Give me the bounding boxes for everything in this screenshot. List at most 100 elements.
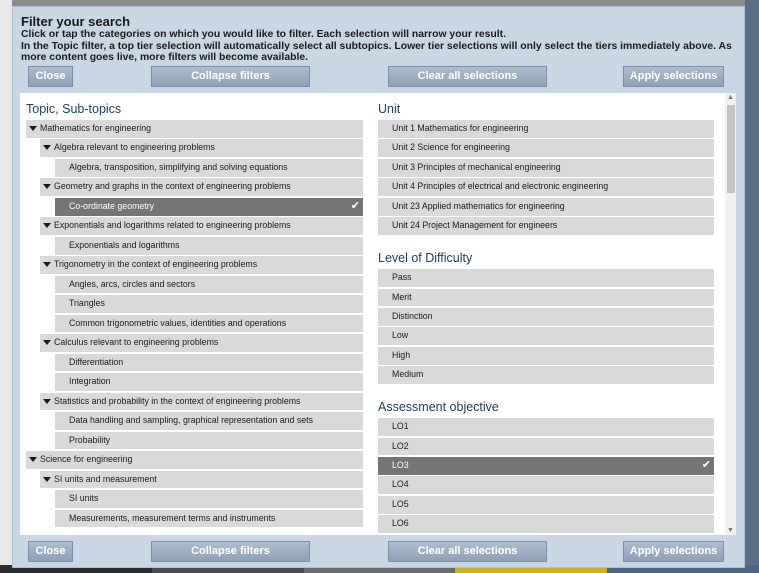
topic-item[interactable]: Triangles [55,295,363,313]
topic-item-label: Trigonometry in the context of engineeri… [54,259,258,270]
topic-item-label: Angles, arcs, circles and sectors [69,278,196,289]
topic-item-label: Exponentials and logarithms related to e… [54,220,291,231]
topic-item-label: Probability [69,434,111,445]
topic-item-label: Exponentials and logarithms [69,239,180,250]
collapse-filters-button-top[interactable]: Collapse filters [151,66,310,87]
clear-all-selections-button-top[interactable]: Clear all selections [388,66,547,87]
objective-list: LO1 LO2 LO3 ✔ LO4 LO5 LO6 [378,418,714,534]
apply-selections-button-bottom[interactable]: Apply selections [623,541,724,562]
unit-item-label: Unit 24 Project Management for engineers [392,220,558,231]
topic-item[interactable]: Angles, arcs, circles and sectors [55,275,363,294]
topic-item[interactable]: SI units and measurement [40,470,363,489]
topic-item[interactable]: Data handling and sampling, graphical re… [55,412,363,430]
topic-item[interactable]: Calculus relevant to engineering problem… [40,334,363,352]
objective-item[interactable]: LO2 [378,437,714,456]
topic-item-label: Statistics and probability in the contex… [54,395,301,406]
topic-item-label: Differentiation [69,356,124,367]
instructions-line-1: Click or tap the categories on which you… [21,29,507,40]
objective-item-label: LO5 [392,498,409,509]
difficulty-item-label: High [392,349,411,360]
difficulty-item[interactable]: High [378,346,714,365]
difficulty-item[interactable]: Merit [378,288,714,307]
topic-item-label: Measurements, measurement terms and inst… [69,512,276,523]
scroll-up-icon[interactable]: ▲ [727,94,734,101]
scroll-down-icon[interactable]: ▼ [727,527,734,534]
topic-item[interactable]: Algebra relevant to engineering problems [40,139,363,158]
topic-item[interactable]: Measurements, measurement terms and inst… [55,509,363,528]
topic-item-label: Algebra, transposition, simplifying and … [69,161,288,172]
topic-item-label: Common trigonometric values, identities … [69,317,287,328]
panel-scrollbar[interactable]: ▲ ▼ [725,93,736,535]
topic-item[interactable]: Statistics and probability in the contex… [40,392,363,411]
caret-down-icon[interactable] [43,184,51,190]
topic-item[interactable]: Science for engineering [26,451,363,469]
objective-item-label: LO1 [392,421,409,432]
topic-item[interactable]: Probability [55,431,363,450]
topic-item[interactable]: Exponentials and logarithms related to e… [40,217,363,236]
unit-item[interactable]: Unit 1 Mathematics for engineering [378,120,714,138]
topic-item[interactable]: SI units [55,490,363,508]
difficulty-item[interactable]: Medium [378,366,714,385]
objective-item[interactable]: LO1 [378,418,714,436]
difficulty-item-label: Pass [392,272,412,283]
checkmark-icon: ✔ [350,199,360,212]
objective-item[interactable]: LO3 ✔ [378,457,714,475]
close-button-bottom[interactable]: Close [28,541,73,562]
caret-down-icon[interactable] [43,476,51,482]
caret-down-icon[interactable] [43,262,51,268]
caret-down-icon[interactable] [29,126,37,131]
modal-header: Filter your search Click or tap the cate… [21,14,736,64]
filter-panel: Topic, Sub-topics Mathematics for engine… [20,93,736,535]
background-right-content [745,0,759,573]
objective-item[interactable]: LO4 [378,476,714,495]
topic-item[interactable]: Differentiation [55,353,363,372]
topic-item-label: Mathematics for engineering [40,123,151,133]
modal-title: Filter your search [21,14,131,29]
topic-item-label: Algebra relevant to engineering problems [54,142,215,153]
unit-item-label: Unit 3 Principles of mechanical engineer… [392,161,561,172]
difficulty-list: Pass Merit Distinction Low High Medium [378,269,714,385]
objective-item[interactable]: LO5 [378,495,714,514]
caret-down-icon[interactable] [43,145,51,151]
topic-item[interactable]: Geometry and graphs in the context of en… [40,178,363,197]
difficulty-section-title: Level of Difficulty [378,251,473,266]
unit-item[interactable]: Unit 4 Principles of electrical and elec… [378,178,714,197]
difficulty-item[interactable]: Pass [378,269,714,287]
unit-item[interactable]: Unit 24 Project Management for engineers [378,217,714,236]
unit-item-label: Unit 4 Principles of electrical and elec… [392,181,609,192]
caret-down-icon[interactable] [43,340,51,346]
unit-item-label: Unit 1 Mathematics for engineering [392,123,529,133]
topic-item-label: SI units [69,493,99,504]
caret-down-icon[interactable] [43,398,51,404]
scrollbar-thumb[interactable] [727,105,735,193]
topic-item[interactable]: Integration [55,373,363,391]
topic-item[interactable]: Trigonometry in the context of engineeri… [40,256,363,274]
unit-item[interactable]: Unit 2 Science for engineering [378,139,714,158]
objective-item-label: LO3 [392,460,409,470]
topic-item[interactable]: Mathematics for engineering [26,120,363,138]
difficulty-item[interactable]: Distinction [378,307,714,326]
topic-item[interactable]: Exponentials and logarithms [55,236,363,255]
close-button-top[interactable]: Close [28,66,73,87]
unit-item[interactable]: Unit 23 Applied mathematics for engineer… [378,197,714,216]
topic-list: Mathematics for engineering Algebra relev… [26,120,363,528]
topic-item[interactable]: Co-ordinate geometry ✔ [55,197,363,216]
objective-section-title: Assessment objective [378,400,499,415]
unit-item[interactable]: Unit 3 Principles of mechanical engineer… [378,158,714,177]
objective-item[interactable]: LO6 [378,515,714,534]
apply-selections-button-top[interactable]: Apply selections [623,66,724,87]
caret-down-icon[interactable] [29,457,37,463]
objective-item-label: LO6 [392,518,409,529]
clear-all-selections-button-bottom[interactable]: Clear all selections [388,541,547,562]
topic-column: Topic, Sub-topics Mathematics for engine… [26,93,363,529]
instructions-line-2: In the Topic filter, a top tier selectio… [21,40,732,64]
collapse-filters-button-bottom[interactable]: Collapse filters [151,541,310,562]
objective-item-label: LO4 [392,479,409,490]
topic-item-label: Science for engineering [40,454,133,465]
difficulty-item[interactable]: Low [378,327,714,346]
topic-item[interactable]: Common trigonometric values, identities … [55,314,363,333]
topic-item[interactable]: Algebra, transposition, simplifying and … [55,158,363,177]
objective-item-label: LO2 [392,440,409,451]
filters-right-column: Unit Unit 1 Mathematics for engineering U… [378,93,714,535]
caret-down-icon[interactable] [43,223,51,229]
